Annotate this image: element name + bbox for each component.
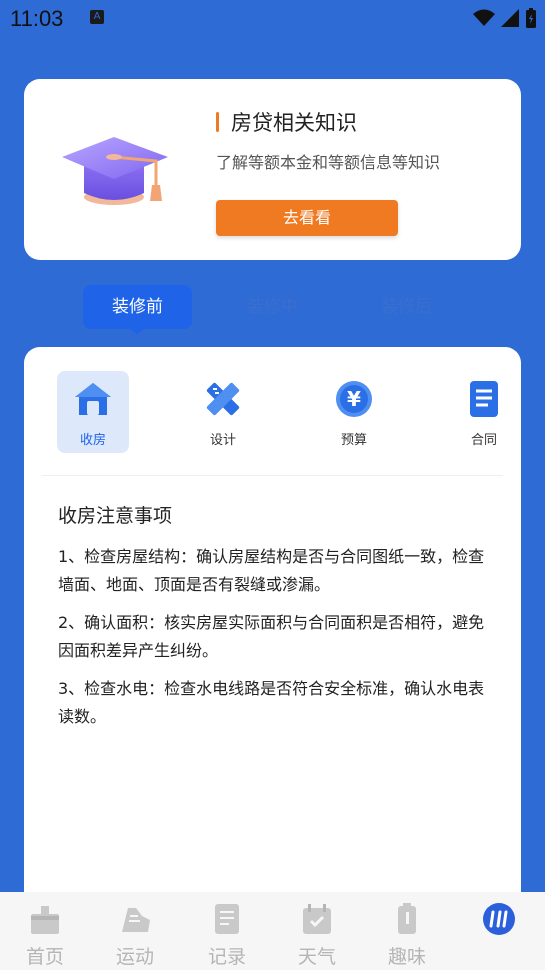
ruler-pencil-icon <box>206 382 240 416</box>
renovation-stage-tabs: 装修前 装修中 装修后 <box>0 285 545 335</box>
promo-description: 了解等额本金和等额信息等知识 <box>216 153 441 172</box>
divider <box>42 475 503 476</box>
svg-text:¥: ¥ <box>347 387 361 411</box>
promo-title-group: 房贷相关知识 <box>216 107 357 137</box>
nav-item-weather[interactable]: 天气 <box>282 892 352 970</box>
status-bar: 11:03 A <box>0 0 545 38</box>
nav-label: 首页 <box>25 946 64 968</box>
signal-icon <box>501 9 519 27</box>
category-row: 收房 设计 ¥ 预算 合同 <box>24 371 521 453</box>
category-label: 设计 <box>209 433 236 448</box>
nav-label: 记录 <box>207 946 246 968</box>
app-logo-icon <box>483 903 515 935</box>
calendar-icon <box>303 904 331 934</box>
graduation-cap-icon <box>60 135 172 215</box>
tab-after-renovation[interactable]: 装修后 <box>352 285 461 329</box>
house-icon <box>75 383 111 415</box>
content-card: 收房 设计 ¥ 预算 合同 收房注意事项 1、检查房屋结构：确认房屋结构是否与合… <box>24 347 521 907</box>
note-item: 3、检查水电：检查水电线路是否符合安全标准，确认水电表读数。 <box>58 679 485 726</box>
active-tab-pointer <box>128 327 146 335</box>
nav-item-home[interactable]: 首页 <box>10 892 80 970</box>
category-label: 预算 <box>340 433 367 448</box>
battery-status-icon <box>526 8 536 28</box>
nav-label: 运动 <box>115 946 154 968</box>
nav-item-fun[interactable]: 趣味 <box>372 892 442 970</box>
status-icons <box>473 8 537 28</box>
tab-before-renovation[interactable]: 装修前 <box>83 285 192 329</box>
note-item: 2、确认面积：核实房屋实际面积与合同面积是否相符，避免因面积差异产生纠纷。 <box>58 613 485 660</box>
bottom-nav: 首页 运动 记录 天气 趣味 <box>0 892 545 970</box>
category-design[interactable]: 设计 <box>187 371 259 453</box>
status-indicator: A <box>90 10 104 24</box>
nav-label: 趣味 <box>387 946 426 968</box>
nav-label: 天气 <box>297 946 336 968</box>
category-label: 收房 <box>79 433 106 448</box>
promo-title: 房贷相关知识 <box>231 111 357 135</box>
notes-icon <box>215 904 239 934</box>
category-contract[interactable]: 合同 <box>448 371 520 453</box>
promo-accent-bar <box>216 112 219 132</box>
note-item: 1、检查房屋结构：确认房屋结构是否与合同图纸一致，检查墙面、地面、顶面是否有裂缝… <box>58 547 485 594</box>
status-time: 11:03 <box>10 6 64 31</box>
battery-icon <box>398 903 416 934</box>
go-see-button[interactable]: 去看看 <box>216 200 398 236</box>
wifi-icon <box>473 9 495 26</box>
home-icon <box>31 906 59 934</box>
shoe-icon <box>122 908 150 932</box>
category-label: 合同 <box>470 433 497 448</box>
category-receive-house[interactable]: 收房 <box>57 371 129 453</box>
notes-title: 收房注意事项 <box>58 505 173 527</box>
category-budget[interactable]: ¥ 预算 <box>318 371 390 453</box>
promo-card: 房贷相关知识 了解等额本金和等额信息等知识 去看看 <box>24 79 521 260</box>
document-icon <box>470 381 498 417</box>
nav-item-record[interactable]: 记录 <box>192 892 262 970</box>
nav-item-app[interactable] <box>464 892 534 970</box>
yuan-coin-icon: ¥ <box>336 381 372 417</box>
nav-item-sport[interactable]: 运动 <box>100 892 170 970</box>
tab-during-renovation[interactable]: 装修中 <box>218 285 327 329</box>
